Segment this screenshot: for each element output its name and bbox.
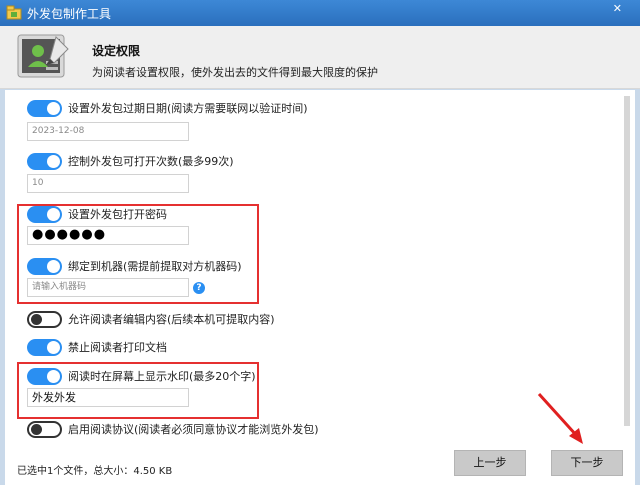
option-expiry[interactable]: 设置外发包过期日期(阅读方需要联网以验证时间) <box>27 98 308 118</box>
red-arrow-icon <box>537 392 583 444</box>
open-count-toggle[interactable] <box>27 152 62 170</box>
open-count-field[interactable]: 10 <box>27 174 189 193</box>
agreement-label: 启用阅读协议(阅读者必须同意协议才能浏览外发包) <box>68 423 319 436</box>
bind-machine-label: 绑定到机器(需提前提取对方机器码) <box>68 260 242 273</box>
option-bind-machine[interactable]: 绑定到机器(需提前提取对方机器码) <box>27 256 242 276</box>
package-icon <box>6 5 22 20</box>
forbid-print-label: 禁止阅读者打印文档 <box>68 341 167 354</box>
option-password[interactable]: 设置外发包打开密码 <box>27 204 167 224</box>
option-forbid-print[interactable]: 禁止阅读者打印文档 <box>27 337 167 357</box>
open-count-label: 控制外发包可打开次数(最多99次) <box>68 155 234 168</box>
agreement-toggle[interactable] <box>27 420 62 438</box>
password-field[interactable]: ●●●●●● <box>27 226 189 245</box>
machine-code-field[interactable]: 请输入机器码 <box>27 278 189 297</box>
password-label: 设置外发包打开密码 <box>68 208 167 221</box>
option-allow-edit[interactable]: 允许阅读者编辑内容(后续本机可提取内容) <box>27 309 275 329</box>
next-button[interactable]: 下一步 <box>551 450 623 476</box>
watermark-text-field[interactable]: 外发外发 <box>27 388 189 407</box>
allow-edit-label: 允许阅读者编辑内容(后续本机可提取内容) <box>68 313 275 326</box>
allow-edit-toggle[interactable] <box>27 310 62 328</box>
option-watermark[interactable]: 阅读时在屏幕上显示水印(最多20个字) <box>27 366 256 386</box>
bind-machine-toggle[interactable] <box>27 257 62 275</box>
page-title: 设定权限 <box>92 44 141 58</box>
expiry-label: 设置外发包过期日期(阅读方需要联网以验证时间) <box>68 102 308 115</box>
expiry-date-field[interactable]: 2023-12-08 <box>27 122 189 141</box>
title-bar: 外发包制作工具 ✕ <box>0 0 640 26</box>
status-text: 已选中1个文件，总大小：4.50 KB <box>17 466 173 477</box>
help-icon[interactable]: ? <box>193 282 205 294</box>
option-agreement[interactable]: 启用阅读协议(阅读者必须同意协议才能浏览外发包) <box>27 419 319 439</box>
user-settings-icon <box>17 34 69 78</box>
vertical-scrollbar[interactable] <box>622 92 632 432</box>
watermark-toggle[interactable] <box>27 367 62 385</box>
forbid-print-toggle[interactable] <box>27 338 62 356</box>
option-open-count[interactable]: 控制外发包可打开次数(最多99次) <box>27 151 234 171</box>
settings-panel: 设置外发包过期日期(阅读方需要联网以验证时间) 2023-12-08 控制外发包… <box>5 90 635 485</box>
expiry-toggle[interactable] <box>27 99 62 117</box>
scrollbar-thumb[interactable] <box>624 96 630 426</box>
page-header: 设定权限 为阅读者设置权限，使外发出去的文件得到最大限度的保护 <box>0 26 640 89</box>
watermark-label: 阅读时在屏幕上显示水印(最多20个字) <box>68 370 256 383</box>
page-subtitle: 为阅读者设置权限，使外发出去的文件得到最大限度的保护 <box>92 66 378 79</box>
prev-button[interactable]: 上一步 <box>454 450 526 476</box>
password-toggle[interactable] <box>27 205 62 223</box>
window-title: 外发包制作工具 <box>27 7 112 21</box>
close-button[interactable]: ✕ <box>613 2 622 15</box>
